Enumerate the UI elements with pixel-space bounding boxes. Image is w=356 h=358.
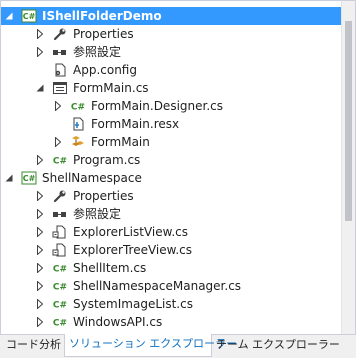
csharp-file-icon: C#: [52, 315, 68, 329]
collapsed-arrow-icon[interactable]: [36, 299, 44, 309]
references-icon: [52, 207, 68, 221]
csharp-file-icon: C#: [52, 297, 68, 311]
tree-item-label: ShellItem.cs: [73, 261, 147, 275]
component-file-icon: [52, 243, 68, 257]
tree-item-label: Properties: [73, 27, 134, 41]
expanded-arrow-icon[interactable]: [36, 83, 44, 93]
tree-item-label: FormMain.cs: [73, 81, 149, 95]
svg-text:C#: C#: [53, 283, 67, 293]
collapsed-arrow-icon[interactable]: [54, 101, 62, 111]
tree-item[interactable]: 参照設定: [1, 205, 355, 223]
config-file-icon: [52, 63, 68, 77]
tree-item-label: Properties: [73, 189, 134, 203]
tree-item[interactable]: App.config: [1, 61, 355, 79]
wrench-icon: [52, 27, 68, 41]
tree-item-label: ExplorerListView.cs: [73, 225, 188, 239]
expanded-arrow-icon[interactable]: [5, 173, 13, 183]
svg-text:C#: C#: [23, 174, 36, 183]
scrollbar-thumb[interactable]: [345, 21, 352, 221]
tree-item[interactable]: Properties: [1, 187, 355, 205]
tab-team-explorer[interactable]: チーム エクスプローラー: [212, 335, 352, 357]
tree-item[interactable]: C# Program.cs: [1, 151, 355, 169]
tree-item-label: WindowsAPI.cs: [73, 315, 163, 329]
references-icon: [52, 45, 68, 59]
collapsed-arrow-icon[interactable]: [36, 155, 44, 165]
tree-item[interactable]: C# SystemImageList.cs: [1, 295, 355, 313]
tree-item-label: IShellFolderDemo: [42, 9, 162, 23]
tree-item[interactable]: FormMain.resx: [1, 115, 355, 133]
tree-item[interactable]: ExplorerListView.cs: [1, 223, 355, 241]
tree-item-label: Program.cs: [73, 153, 141, 167]
svg-text:C#: C#: [71, 103, 85, 113]
tree-item[interactable]: ExplorerTreeView.cs: [1, 241, 355, 259]
tree-item[interactable]: FormMain.cs: [1, 79, 355, 97]
component-file-icon: [52, 225, 68, 239]
csharp-project-icon: C#: [21, 171, 37, 185]
tree-item[interactable]: Properties: [1, 25, 355, 43]
solution-explorer-tree[interactable]: C# IShellFolderDemo Properties 参照設定 App.conf…: [0, 0, 356, 336]
collapsed-arrow-icon[interactable]: [36, 191, 44, 201]
collapsed-arrow-icon[interactable]: [36, 47, 44, 57]
form-icon: [52, 81, 68, 95]
collapsed-arrow-icon[interactable]: [36, 245, 44, 255]
class-icon: [70, 135, 86, 149]
csharp-file-icon: C#: [52, 279, 68, 293]
expanded-arrow-icon[interactable]: [5, 11, 13, 21]
tab-solution-explorer[interactable]: ソリューション エクスプローラー: [64, 334, 237, 357]
collapsed-arrow-icon[interactable]: [36, 281, 44, 291]
tree-item-label: FormMain: [91, 135, 150, 149]
tree-item[interactable]: C# WindowsAPI.cs: [1, 313, 355, 331]
csharp-file-icon: C#: [52, 261, 68, 275]
tree-item[interactable]: C# IShellFolderDemo: [1, 7, 355, 25]
collapsed-arrow-icon[interactable]: [36, 209, 44, 219]
svg-text:C#: C#: [53, 319, 67, 329]
tree-item[interactable]: C# ShellItem.cs: [1, 259, 355, 277]
tree-item[interactable]: C# FormMain.Designer.cs: [1, 97, 355, 115]
svg-text:C#: C#: [53, 265, 67, 275]
wrench-icon: [52, 189, 68, 203]
tree-item-label: App.config: [73, 63, 137, 77]
tree-item-label: FormMain.Designer.cs: [91, 99, 223, 113]
tree-item-label: FormMain.resx: [91, 117, 180, 131]
svg-text:C#: C#: [53, 157, 67, 167]
vertical-scrollbar[interactable]: [341, 1, 355, 335]
tree-item-label: 参照設定: [73, 45, 122, 59]
svg-text:C#: C#: [23, 12, 36, 21]
tree-item-label: ExplorerTreeView.cs: [73, 243, 193, 257]
bottom-tab-strip: コード分析 ソリューション エクスプローラー チーム エクスプローラー: [0, 334, 356, 358]
svg-text:C#: C#: [53, 301, 67, 311]
tree-item[interactable]: C# ShellNamespaceManager.cs: [1, 277, 355, 295]
csharp-file-icon: C#: [52, 153, 68, 167]
tree-item-label: ShellNamespaceManager.cs: [73, 279, 242, 293]
collapsed-arrow-icon[interactable]: [36, 317, 44, 327]
csharp-project-icon: C#: [21, 9, 37, 23]
collapsed-arrow-icon[interactable]: [36, 263, 44, 273]
csharp-file-icon: C#: [70, 99, 86, 113]
tree-item[interactable]: 参照設定: [1, 43, 355, 61]
tree-item[interactable]: C# ShellNamespace: [1, 169, 355, 187]
tree-item[interactable]: FormMain: [1, 133, 355, 151]
tab-code-analysis[interactable]: コード分析: [2, 335, 64, 357]
tree-item-label: SystemImageList.cs: [73, 297, 193, 311]
tree-item-label: ShellNamespace: [42, 171, 142, 185]
resource-file-icon: [70, 117, 86, 131]
collapsed-arrow-icon[interactable]: [36, 29, 44, 39]
collapsed-arrow-icon[interactable]: [36, 227, 44, 237]
collapsed-arrow-icon[interactable]: [54, 137, 62, 147]
tree-item-label: 参照設定: [73, 207, 122, 221]
